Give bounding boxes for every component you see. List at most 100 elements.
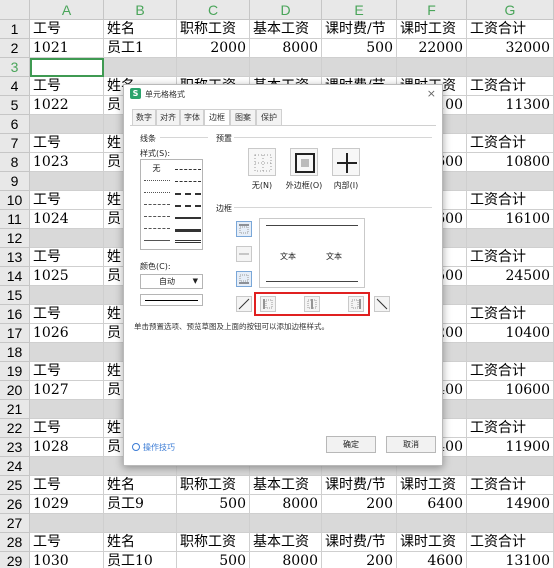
blank-cell[interactable] — [467, 115, 554, 134]
header-cell[interactable]: 工资合计 — [467, 533, 554, 552]
row-header-13[interactable]: 13 — [0, 248, 30, 267]
color-dropdown[interactable]: 自动 ▼ — [140, 274, 203, 289]
header-cell[interactable]: 职称工资 — [177, 533, 250, 552]
row-header-28[interactable]: 28 — [0, 533, 30, 552]
column-header-e[interactable]: E — [322, 0, 397, 20]
blank-cell[interactable] — [30, 58, 104, 77]
blank-cell[interactable] — [30, 229, 104, 248]
line-style-option[interactable] — [175, 217, 201, 219]
line-style-option[interactable] — [175, 193, 201, 195]
blank-cell[interactable] — [30, 343, 104, 362]
data-cell[interactable]: 200 — [322, 495, 397, 514]
blank-cell[interactable] — [104, 514, 177, 533]
header-cell[interactable]: 课时费/节 — [322, 20, 397, 39]
row-header-10[interactable]: 10 — [0, 191, 30, 210]
data-cell[interactable]: 8000 — [250, 495, 322, 514]
data-cell[interactable]: 1023 — [30, 153, 104, 172]
line-style-option[interactable] — [175, 205, 201, 207]
row-header-26[interactable]: 26 — [0, 495, 30, 514]
header-cell[interactable]: 工资合计 — [467, 20, 554, 39]
row-header-11[interactable]: 11 — [0, 210, 30, 229]
header-cell[interactable]: 工号 — [30, 248, 104, 267]
data-cell[interactable]: 16100 — [467, 210, 554, 229]
data-cell[interactable]: 1027 — [30, 381, 104, 400]
row-header-15[interactable]: 15 — [0, 286, 30, 305]
data-cell[interactable]: 11900 — [467, 438, 554, 457]
blank-cell[interactable] — [397, 58, 467, 77]
cancel-button[interactable]: 取消 — [386, 436, 436, 453]
blank-cell[interactable] — [467, 229, 554, 248]
row-header-6[interactable]: 6 — [0, 115, 30, 134]
blank-cell[interactable] — [177, 58, 250, 77]
data-cell[interactable]: 500 — [322, 39, 397, 58]
preset-none-button[interactable] — [248, 148, 276, 176]
data-cell[interactable]: 1029 — [30, 495, 104, 514]
blank-cell[interactable] — [30, 400, 104, 419]
data-cell[interactable]: 员工9 — [104, 495, 177, 514]
line-style-option[interactable] — [144, 204, 170, 205]
column-header-g[interactable]: G — [467, 0, 554, 20]
header-cell[interactable]: 姓名 — [104, 476, 177, 495]
preset-outline-button[interactable] — [290, 148, 318, 176]
data-cell[interactable]: 10800 — [467, 153, 554, 172]
row-header-2[interactable]: 2 — [0, 39, 30, 58]
blank-cell[interactable] — [467, 457, 554, 476]
line-style-option[interactable] — [175, 169, 201, 170]
blank-cell[interactable] — [250, 514, 322, 533]
blank-cell[interactable] — [397, 514, 467, 533]
row-header-23[interactable]: 23 — [0, 438, 30, 457]
row-header-16[interactable]: 16 — [0, 305, 30, 324]
blank-cell[interactable] — [30, 172, 104, 191]
header-cell[interactable]: 职称工资 — [177, 476, 250, 495]
header-cell[interactable]: 工号 — [30, 77, 104, 96]
blank-cell[interactable] — [104, 58, 177, 77]
row-header-8[interactable]: 8 — [0, 153, 30, 172]
row-header-1[interactable]: 1 — [0, 20, 30, 39]
row-header-18[interactable]: 18 — [0, 343, 30, 362]
data-cell[interactable]: 1021 — [30, 39, 104, 58]
column-header-f[interactable]: F — [397, 0, 467, 20]
data-cell[interactable]: 1028 — [30, 438, 104, 457]
line-style-option[interactable] — [144, 240, 170, 241]
header-cell[interactable]: 工资合计 — [467, 248, 554, 267]
tab-protection[interactable]: 保护 — [256, 109, 282, 125]
border-preview[interactable]: 文本 文本 — [259, 218, 365, 288]
data-cell[interactable]: 2000 — [177, 39, 250, 58]
data-cell[interactable]: 4600 — [397, 552, 467, 568]
data-cell[interactable]: 32000 — [467, 39, 554, 58]
row-header-29[interactable]: 29 — [0, 552, 30, 568]
data-cell[interactable]: 1024 — [30, 210, 104, 229]
header-cell[interactable]: 工资合计 — [467, 362, 554, 381]
header-cell[interactable]: 工号 — [30, 476, 104, 495]
header-cell[interactable]: 基本工资 — [250, 533, 322, 552]
row-header-5[interactable]: 5 — [0, 96, 30, 115]
row-header-25[interactable]: 25 — [0, 476, 30, 495]
border-top-button[interactable] — [236, 221, 252, 237]
column-header-d[interactable]: D — [250, 0, 322, 20]
row-header-24[interactable]: 24 — [0, 457, 30, 476]
tips-link[interactable]: 操作技巧 — [132, 442, 175, 453]
header-cell[interactable]: 基本工资 — [250, 20, 322, 39]
blank-cell[interactable] — [467, 58, 554, 77]
header-cell[interactable]: 姓名 — [104, 533, 177, 552]
header-cell[interactable]: 工号 — [30, 533, 104, 552]
header-cell[interactable]: 职称工资 — [177, 20, 250, 39]
header-cell[interactable]: 工资合计 — [467, 305, 554, 324]
blank-cell[interactable] — [30, 457, 104, 476]
data-cell[interactable]: 10600 — [467, 381, 554, 400]
data-cell[interactable]: 11300 — [467, 96, 554, 115]
header-cell[interactable]: 工资合计 — [467, 476, 554, 495]
header-cell[interactable]: 工号 — [30, 191, 104, 210]
row-header-21[interactable]: 21 — [0, 400, 30, 419]
data-cell[interactable]: 1030 — [30, 552, 104, 568]
data-cell[interactable]: 员工10 — [104, 552, 177, 568]
tab-number[interactable]: 数字 — [132, 109, 156, 125]
blank-cell[interactable] — [30, 514, 104, 533]
select-all-corner[interactable] — [0, 0, 30, 20]
data-cell[interactable]: 8000 — [250, 552, 322, 568]
header-cell[interactable]: 姓名 — [104, 20, 177, 39]
blank-cell[interactable] — [30, 115, 104, 134]
line-style-none[interactable]: 无 — [141, 163, 172, 174]
column-header-c[interactable]: C — [177, 0, 250, 20]
data-cell[interactable]: 6400 — [397, 495, 467, 514]
